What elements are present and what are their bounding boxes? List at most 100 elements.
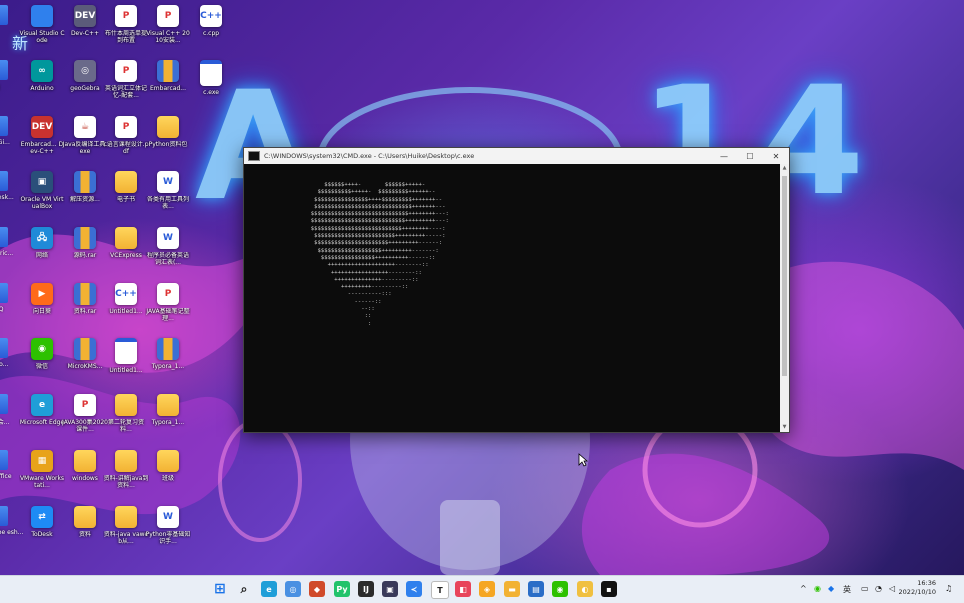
desktop-icon[interactable]: e Microsoft Edge bbox=[20, 394, 64, 450]
tray-network-icon[interactable]: ▭ bbox=[861, 584, 869, 593]
cpp-file-icon: C++ bbox=[115, 283, 137, 305]
taskbar-search-icon[interactable]: ⌕ bbox=[236, 581, 252, 597]
console-line: $$$$$$$$$$$$$$$$$$$$$$+++++++++------: bbox=[304, 240, 443, 247]
desktop-icon[interactable]: 第二轮复习资料... bbox=[105, 394, 147, 450]
desktop-icon[interactable]: Visual Studio Code bbox=[19, 5, 65, 61]
pdf-document-icon: P bbox=[74, 394, 96, 416]
tray-wechat-icon[interactable]: ◉ bbox=[814, 584, 821, 593]
taskbar-app-icon[interactable]: ◐ bbox=[577, 581, 593, 597]
desktop-icon[interactable]: DEV Embarcad... Dev-C++ bbox=[21, 116, 63, 172]
desktop-icon[interactable]: windows bbox=[64, 450, 106, 506]
taskbar-app-icon[interactable]: ▤ bbox=[528, 581, 544, 597]
desktop-icon[interactable]: W 各类有用工具列表... bbox=[147, 171, 189, 227]
desktop-icon[interactable]: Typora_1... bbox=[147, 338, 189, 394]
desktop-icon-label: 网络 bbox=[35, 252, 48, 259]
taskbar-pycharm-icon[interactable]: Py bbox=[334, 581, 350, 597]
desktop-icon[interactable]: 资料 bbox=[64, 506, 106, 562]
taskbar-terminal-icon[interactable]: ▪ bbox=[601, 581, 617, 597]
desktop-icon[interactable]: Python资料包 bbox=[147, 116, 189, 172]
desktop-icon[interactable]: ∞ Arduino bbox=[21, 60, 63, 116]
desktop-icon[interactable]: C++ c.cpp bbox=[190, 5, 232, 61]
console-scrollbar[interactable]: ▲ ▼ bbox=[780, 164, 789, 432]
desktop-icon[interactable]: W Python零基础知识手... bbox=[146, 506, 190, 562]
desktop-icon[interactable]: Untitled1... bbox=[105, 338, 147, 394]
clipped-desktop-icon[interactable]: teric... bbox=[0, 227, 13, 275]
taskbar-app-icon[interactable]: ◈ bbox=[479, 581, 495, 597]
taskbar-app-icon[interactable]: ▣ bbox=[382, 581, 398, 597]
folder-icon bbox=[115, 394, 137, 416]
clipped-desktop-icon[interactable]: Office bbox=[0, 450, 12, 498]
taskbar-typora-icon[interactable]: T bbox=[431, 581, 449, 599]
wechat-icon: ◉ bbox=[31, 338, 53, 360]
desktop-icon[interactable]: 解压资源... bbox=[64, 171, 106, 227]
desktop-icon[interactable]: DEV Dev-C++ bbox=[64, 5, 106, 61]
clipped-desktop-icon[interactable]: desk... bbox=[0, 171, 14, 219]
desktop-icon[interactable]: 资料-讲解java到资料... bbox=[104, 450, 148, 506]
tray-volume-icon[interactable]: ◁ bbox=[889, 584, 895, 593]
scrollbar-thumb[interactable] bbox=[782, 176, 787, 376]
desktop-icon[interactable]: P JAVA300集2020课件... bbox=[62, 394, 108, 450]
taskbar-vscode-icon[interactable]: ≺ bbox=[406, 581, 422, 597]
desktop-icon[interactable]: 资料.rar bbox=[64, 283, 106, 339]
taskbar-clock[interactable]: 16:36 2022/10/10 bbox=[899, 579, 936, 597]
clipped-desktop-icon[interactable]: e会... bbox=[0, 394, 12, 442]
console-titlebar[interactable]: C:\WINDOWS\system32\CMD.exe - C:\Users\H… bbox=[244, 148, 789, 164]
desktop-icon[interactable]: P JAVA基础笔记整理... bbox=[146, 283, 190, 339]
notification-bell-icon[interactable]: ♫ bbox=[945, 584, 952, 593]
desktop-icon[interactable]: ☕ Java反编译工具.exe bbox=[63, 116, 107, 172]
desktop-icon[interactable]: C++ Untitled1... bbox=[105, 283, 147, 339]
taskbar-file-explorer-icon[interactable]: ▬ bbox=[504, 581, 520, 597]
desktop-icon[interactable]: c.exe bbox=[190, 60, 232, 116]
ime-indicator[interactable]: 英 bbox=[843, 584, 851, 595]
clipped-desktop-icon[interactable]: obe esh... bbox=[0, 506, 23, 554]
clipped-desktop-icon[interactable]: QQ bbox=[0, 283, 12, 331]
desktop-icon[interactable]: ◎ geoGebra bbox=[64, 60, 106, 116]
scroll-up-arrow-icon[interactable]: ▲ bbox=[780, 164, 789, 173]
desktop-icon[interactable]: P 布什本周选单提到布置 bbox=[105, 5, 147, 61]
console-line: $$$$$$++++- $$$$$$+++++- bbox=[304, 182, 426, 188]
minimize-button[interactable]: — bbox=[711, 148, 737, 164]
console-line: +++++++++++++++++--------:: bbox=[304, 269, 422, 276]
close-button[interactable]: ✕ bbox=[763, 148, 789, 164]
desktop-icon[interactable]: P Visual C++ 2010安装... bbox=[146, 5, 190, 61]
scroll-down-arrow-icon[interactable]: ▼ bbox=[780, 423, 789, 432]
clipped-desktop-icon[interactable]: Mo... bbox=[0, 338, 12, 386]
desktop-icon[interactable]: W 程序员必备英语词汇表(... bbox=[147, 227, 189, 283]
taskbar-app-icon[interactable]: ◧ bbox=[455, 581, 471, 597]
desktop-icon[interactable]: Pc语言课程设计.pdf bbox=[103, 116, 149, 172]
desktop-icon[interactable]: Embarcad... bbox=[147, 60, 189, 116]
desktop-icon[interactable]: ⇄ ToDesk bbox=[21, 506, 63, 562]
desktop-icon[interactable]: ◉ 微信 bbox=[21, 338, 63, 394]
desktop-icon[interactable]: ▦ VMware Workstati... bbox=[20, 450, 64, 506]
desktop-icon[interactable]: P 英语词汇立体记忆-配套... bbox=[105, 60, 147, 116]
tray-app-icon[interactable]: ◆ bbox=[828, 584, 834, 593]
desktop-icon[interactable]: 班级 bbox=[147, 450, 189, 506]
desktop-icon[interactable]: MicroKMS... bbox=[64, 338, 106, 394]
taskbar-start-button-icon[interactable]: ⊞ bbox=[212, 581, 228, 597]
tray-overflow-chevron-icon[interactable]: ^ bbox=[800, 584, 807, 593]
desktop-icon[interactable]: 电子书 bbox=[105, 171, 147, 227]
desktop-icon[interactable]: VCExpress bbox=[105, 227, 147, 283]
maximize-button[interactable]: ☐ bbox=[737, 148, 763, 164]
desktop-icon[interactable]: 源码.rar bbox=[64, 227, 106, 283]
taskbar-app-icon[interactable]: ◆ bbox=[309, 581, 325, 597]
desktop-icon[interactable]: 资料-java vaweb从... bbox=[104, 506, 148, 562]
taskbar-intellij-icon[interactable]: IJ bbox=[358, 581, 374, 597]
clipped-desktop-icon[interactable]: dGi... bbox=[0, 116, 12, 164]
desktop-icon[interactable]: ▶ 向日葵 bbox=[21, 283, 63, 339]
clipped-icon-image bbox=[0, 60, 8, 80]
pdf-document-icon: P bbox=[157, 5, 179, 27]
desktop-icon[interactable]: ▣ Oracle VM VirtualBox bbox=[20, 171, 64, 227]
console-window[interactable]: C:\WINDOWS\system32\CMD.exe - C:\Users\H… bbox=[243, 147, 790, 433]
clipped-desktop-icon[interactable]: 剑 bbox=[0, 60, 12, 108]
taskbar-wechat-icon[interactable]: ◉ bbox=[552, 581, 568, 597]
taskbar-browser-icon[interactable]: ◎ bbox=[285, 581, 301, 597]
taskbar-edge-icon[interactable]: e bbox=[261, 581, 277, 597]
edge-icon: e bbox=[31, 394, 53, 416]
desktop-icon[interactable]: 🖧 网络 bbox=[21, 227, 63, 283]
tray-wifi-icon[interactable]: ◔ bbox=[875, 584, 882, 593]
clipped-desktop-icon[interactable]: r bbox=[0, 5, 12, 53]
clipped-icon-label: r bbox=[0, 28, 12, 35]
clock-date: 2022/10/10 bbox=[898, 588, 936, 596]
desktop-icon[interactable]: Typora_1... bbox=[147, 394, 189, 450]
